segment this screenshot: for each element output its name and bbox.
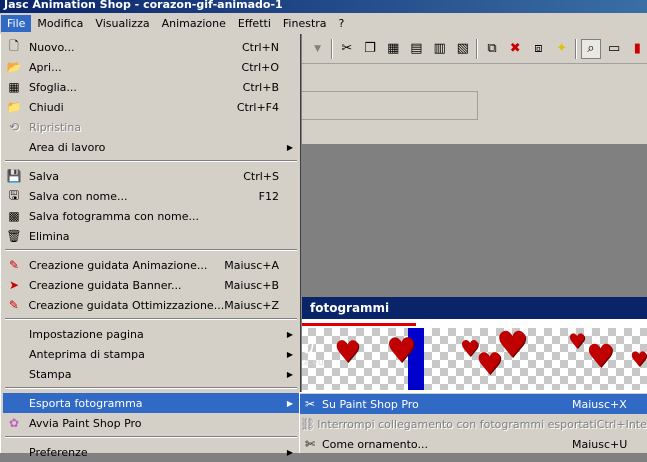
zoom-icon[interactable]: ⌕ xyxy=(581,38,601,59)
duplicate-icon[interactable]: ⧈ xyxy=(529,39,548,59)
ornament-icon: ✄ xyxy=(304,437,316,451)
paint-shop-pro-icon: ✿ xyxy=(8,416,20,430)
submenu-arrow-icon: ▶ xyxy=(286,349,293,359)
heart-icon: ♥ xyxy=(568,329,586,353)
menu-item-chiudi[interactable]: 📁 Chiudi Ctrl+F4 xyxy=(3,97,299,117)
menu-item-wizard-ottimizzazione[interactable]: ✎ Creazione guidata Ottimizzazione... Ma… xyxy=(3,295,299,315)
menu-separator xyxy=(5,249,297,251)
menu-separator xyxy=(5,160,297,162)
menu-item-wizard-banner[interactable]: ➤ Creazione guidata Banner... Maiusc+B xyxy=(3,275,299,295)
save-frame-icon: ▩ xyxy=(8,209,20,223)
submenu-arrow-icon: ▶ xyxy=(286,329,293,339)
optimization-wizard-icon: ✎ xyxy=(8,298,19,312)
menu-separator xyxy=(5,436,297,438)
menu-animazione[interactable]: Animazione xyxy=(156,15,232,32)
paste-before-icon[interactable]: ▥ xyxy=(430,39,449,59)
menu-separator xyxy=(5,387,297,389)
delete-icon: 🗑 xyxy=(6,229,22,243)
browse-icon: ▦ xyxy=(8,80,20,94)
toolbar-separator xyxy=(476,38,479,59)
menu-item-avvia-paint-shop-pro[interactable]: ✿ Avvia Paint Shop Pro xyxy=(3,413,299,433)
heart-icon: ♥ xyxy=(386,331,417,371)
menu-item-salva-fotogramma[interactable]: ▩ Salva fotogramma con nome... xyxy=(3,206,299,226)
frame-view-icon[interactable]: ▭ xyxy=(605,39,624,59)
unlink-icon: ⛓ xyxy=(300,417,316,431)
toolbar-separator xyxy=(575,38,578,59)
new-file-icon: 🗋 xyxy=(9,38,19,53)
menu-item-nuovo[interactable]: 🗋 Nuovo... Ctrl+N xyxy=(3,37,299,57)
close-folder-icon: 📁 xyxy=(6,100,22,114)
menu-item-sfoglia[interactable]: ▦ Sfoglia... Ctrl+B xyxy=(3,77,299,97)
menu-separator xyxy=(5,318,297,320)
banner-wizard-icon: ➤ xyxy=(8,278,20,292)
revert-icon: ⟲ xyxy=(8,120,20,134)
menu-item-wizard-animazione[interactable]: ✎ Creazione guidata Animazione... Maiusc… xyxy=(3,255,299,275)
submenu-arrow-icon: ▶ xyxy=(286,398,293,408)
color-bars-icon[interactable]: ▮ xyxy=(628,39,647,59)
heart-icon: ♥ xyxy=(586,337,615,375)
menu-item-ripristina[interactable]: ⟲ Ripristina xyxy=(3,117,299,137)
menu-finestra[interactable]: Finestra xyxy=(277,15,333,32)
copy-icon[interactable]: ❐ xyxy=(360,39,379,59)
submenu-item-interrompi-collegamento[interactable]: ⛓ Interrompi collegamento con fotogrammi… xyxy=(300,414,647,434)
frames-window-title[interactable]: fotogrammi xyxy=(300,297,647,319)
cut-icon[interactable]: ✂ xyxy=(337,39,356,59)
submenu-arrow-icon: ▶ xyxy=(286,447,293,457)
frame-selection-bar xyxy=(300,323,416,326)
menu-item-salva[interactable]: 💾 Salva Ctrl+S xyxy=(3,166,299,186)
window-title-bar: Jasc Animation Shop - corazon-gif-animad… xyxy=(0,0,647,13)
menu-item-area-di-lavoro[interactable]: Area di lavoro ▶ xyxy=(3,137,299,157)
submenu-item-su-paint-shop-pro[interactable]: ✂ Su Paint Shop Pro Maiusc+X xyxy=(300,394,647,414)
submenu-item-come-ornamento[interactable]: ✄ Come ornamento... Maiusc+U xyxy=(300,434,647,454)
light-icon[interactable]: ✦ xyxy=(552,39,571,59)
menu-help[interactable]: ? xyxy=(333,15,351,32)
window-title: Jasc Animation Shop - corazon-gif-animad… xyxy=(4,0,283,11)
heart-icon: ♥ xyxy=(476,347,503,382)
export-frame-submenu: ✂ Su Paint Shop Pro Maiusc+X ⛓ Interromp… xyxy=(299,392,647,453)
export-psp-icon: ✂ xyxy=(304,397,316,411)
menu-file[interactable]: File xyxy=(1,15,32,32)
menu-bar: File Modifica Visualizza Animazione Effe… xyxy=(0,13,647,34)
dropdown-arrow-icon[interactable]: ▼ xyxy=(308,39,327,59)
submenu-arrow-icon: ▶ xyxy=(286,142,293,152)
heart-icon: ♥ xyxy=(630,347,647,371)
paste-icon[interactable]: ▦ xyxy=(384,39,403,59)
save-icon: 💾 xyxy=(6,169,22,183)
menu-item-apri[interactable]: 📂 Apri... Ctrl+O xyxy=(3,57,299,77)
menu-item-elimina[interactable]: 🗑 Elimina xyxy=(3,226,299,246)
menu-modifica[interactable]: Modifica xyxy=(31,15,89,32)
open-folder-icon: 📂 xyxy=(6,60,22,74)
menu-item-anteprima-stampa[interactable]: Anteprima di stampa ▶ xyxy=(3,344,299,364)
menu-item-salva-con-nome[interactable]: 🖫 Salva con nome... F12 xyxy=(3,186,299,206)
toolbar-separator xyxy=(331,38,334,59)
delete-frame-icon[interactable]: ✖ xyxy=(506,39,525,59)
menu-effetti[interactable]: Effetti xyxy=(232,15,277,32)
paste-new-icon[interactable]: ▤ xyxy=(407,39,426,59)
frames-icon[interactable]: ⧉ xyxy=(482,39,501,59)
submenu-arrow-icon: ▶ xyxy=(286,369,293,379)
menu-item-preferenze[interactable]: Preferenze ▶ xyxy=(3,442,299,462)
menu-item-esporta-fotogramma[interactable]: Esporta fotogramma ▶ xyxy=(3,393,299,413)
paste-after-icon[interactable]: ▧ xyxy=(453,39,472,59)
toolbar-field xyxy=(300,91,478,120)
animation-wizard-icon: ✎ xyxy=(8,258,20,272)
menu-visualizza[interactable]: Visualizza xyxy=(89,15,155,32)
main-toolbar: ▼ ✂ ❐ ▦ ▤ ▥ ▧ ⧉ ✖ ⧈ ✦ ⌕ ▭ ▮ xyxy=(300,34,647,64)
menu-item-impostazione-pagina[interactable]: Impostazione pagina ▶ xyxy=(3,324,299,344)
save-as-icon: 🖫 xyxy=(8,187,20,202)
menu-item-stampa[interactable]: Stampa ▶ xyxy=(3,364,299,384)
file-menu-dropdown: 🗋 Nuovo... Ctrl+N 📂 Apri... Ctrl+O ▦ Sfo… xyxy=(0,34,301,459)
